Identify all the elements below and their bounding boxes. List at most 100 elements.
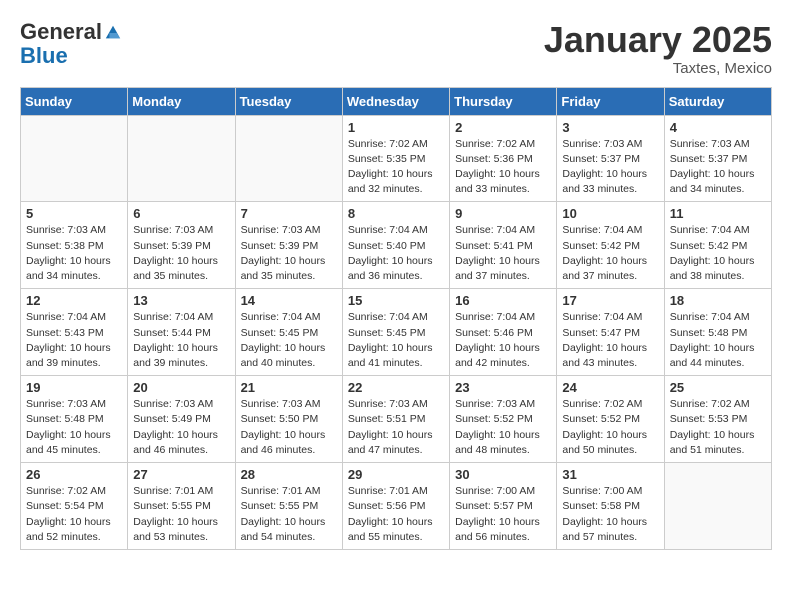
day-number: 3 — [562, 120, 658, 135]
day-info: Sunrise: 7:02 AM Sunset: 5:53 PM Dayligh… — [670, 397, 766, 458]
day-number: 4 — [670, 120, 766, 135]
table-row: 12Sunrise: 7:04 AM Sunset: 5:43 PM Dayli… — [21, 289, 128, 376]
calendar-week-row: 12Sunrise: 7:04 AM Sunset: 5:43 PM Dayli… — [21, 289, 772, 376]
col-saturday: Saturday — [664, 87, 771, 115]
table-row: 25Sunrise: 7:02 AM Sunset: 5:53 PM Dayli… — [664, 376, 771, 463]
day-number: 7 — [241, 206, 337, 221]
day-info: Sunrise: 7:04 AM Sunset: 5:42 PM Dayligh… — [562, 223, 658, 284]
day-number: 26 — [26, 467, 122, 482]
table-row: 29 Sunrise: 7:01 AM Sunset: 5:56 PM Dayli… — [342, 463, 449, 550]
day-number: 27 — [133, 467, 229, 482]
col-tuesday: Tuesday — [235, 87, 342, 115]
day-info: Sunrise: 7:03 AM Sunset: 5:48 PM Dayligh… — [26, 397, 122, 458]
table-row: 15 Sunrise: 7:04 AM Sunset: 5:45 PM Dayli… — [342, 289, 449, 376]
table-row: 18Sunrise: 7:04 AM Sunset: 5:48 PM Dayli… — [664, 289, 771, 376]
day-number: 6 — [133, 206, 229, 221]
day-info: Sunrise: 7:02 AM Sunset: 5:52 PM Dayligh… — [562, 397, 658, 458]
calendar-week-row: 26 Sunrise: 7:02 AM Sunset: 5:54 PM Dayli… — [21, 463, 772, 550]
day-info: Sunrise: 7:04 AM Sunset: 5:40 PM Dayligh… — [348, 223, 444, 284]
day-number: 5 — [26, 206, 122, 221]
table-row: 8 Sunrise: 7:04 AM Sunset: 5:40 PM Daylig… — [342, 202, 449, 289]
logo-general: General — [20, 20, 102, 44]
table-row — [235, 115, 342, 202]
logo-blue: Blue — [20, 44, 122, 68]
table-row: 3 Sunrise: 7:03 AM Sunset: 5:37 PM Daylig… — [557, 115, 664, 202]
table-row: 5Sunrise: 7:03 AM Sunset: 5:38 PM Daylig… — [21, 202, 128, 289]
day-info: Sunrise: 7:01 AM Sunset: 5:55 PM Dayligh… — [241, 484, 337, 545]
day-info: Sunrise: 7:04 AM Sunset: 5:44 PM Dayligh… — [133, 310, 229, 371]
table-row: 14 Sunrise: 7:04 AM Sunset: 5:45 PM Dayli… — [235, 289, 342, 376]
day-number: 1 — [348, 120, 444, 135]
day-number: 20 — [133, 380, 229, 395]
day-info: Sunrise: 7:03 AM Sunset: 5:50 PM Dayligh… — [241, 397, 337, 458]
col-monday: Monday — [128, 87, 235, 115]
day-number: 16 — [455, 293, 551, 308]
table-row — [664, 463, 771, 550]
table-row: 9 Sunrise: 7:04 AM Sunset: 5:41 PM Daylig… — [450, 202, 557, 289]
table-row: 28 Sunrise: 7:01 AM Sunset: 5:55 PM Dayli… — [235, 463, 342, 550]
day-info: Sunrise: 7:04 AM Sunset: 5:47 PM Dayligh… — [562, 310, 658, 371]
day-info: Sunrise: 7:03 AM Sunset: 5:37 PM Dayligh… — [670, 137, 766, 198]
day-info: Sunrise: 7:03 AM Sunset: 5:37 PM Dayligh… — [562, 137, 658, 198]
day-info: Sunrise: 7:04 AM Sunset: 5:45 PM Dayligh… — [348, 310, 444, 371]
day-number: 18 — [670, 293, 766, 308]
calendar-week-row: 19Sunrise: 7:03 AM Sunset: 5:48 PM Dayli… — [21, 376, 772, 463]
calendar-week-row: 5Sunrise: 7:03 AM Sunset: 5:38 PM Daylig… — [21, 202, 772, 289]
day-number: 28 — [241, 467, 337, 482]
day-number: 22 — [348, 380, 444, 395]
day-info: Sunrise: 7:00 AM Sunset: 5:58 PM Dayligh… — [562, 484, 658, 545]
table-row — [21, 115, 128, 202]
day-info: Sunrise: 7:01 AM Sunset: 5:55 PM Dayligh… — [133, 484, 229, 545]
day-number: 11 — [670, 206, 766, 221]
logo-text: General Blue — [20, 20, 122, 68]
day-info: Sunrise: 7:04 AM Sunset: 5:42 PM Dayligh… — [670, 223, 766, 284]
table-row: 6 Sunrise: 7:03 AM Sunset: 5:39 PM Daylig… — [128, 202, 235, 289]
calendar-header-row: Sunday Monday Tuesday Wednesday Thursday… — [21, 87, 772, 115]
day-info: Sunrise: 7:02 AM Sunset: 5:54 PM Dayligh… — [26, 484, 122, 545]
day-number: 15 — [348, 293, 444, 308]
header: General Blue January 2025 Taxtes, Mexico — [20, 20, 772, 77]
table-row: 26 Sunrise: 7:02 AM Sunset: 5:54 PM Dayli… — [21, 463, 128, 550]
table-row: 13 Sunrise: 7:04 AM Sunset: 5:44 PM Dayli… — [128, 289, 235, 376]
day-number: 17 — [562, 293, 658, 308]
calendar-week-row: 1Sunrise: 7:02 AM Sunset: 5:35 PM Daylig… — [21, 115, 772, 202]
day-info: Sunrise: 7:04 AM Sunset: 5:43 PM Dayligh… — [26, 310, 122, 371]
col-wednesday: Wednesday — [342, 87, 449, 115]
day-number: 2 — [455, 120, 551, 135]
day-number: 29 — [348, 467, 444, 482]
day-info: Sunrise: 7:00 AM Sunset: 5:57 PM Dayligh… — [455, 484, 551, 545]
day-number: 9 — [455, 206, 551, 221]
day-number: 8 — [348, 206, 444, 221]
day-number: 14 — [241, 293, 337, 308]
table-row: 23 Sunrise: 7:03 AM Sunset: 5:52 PM Dayli… — [450, 376, 557, 463]
table-row: 2 Sunrise: 7:02 AM Sunset: 5:36 PM Daylig… — [450, 115, 557, 202]
table-row: 31Sunrise: 7:00 AM Sunset: 5:58 PM Dayli… — [557, 463, 664, 550]
table-row: 19Sunrise: 7:03 AM Sunset: 5:48 PM Dayli… — [21, 376, 128, 463]
day-number: 30 — [455, 467, 551, 482]
day-info: Sunrise: 7:04 AM Sunset: 5:41 PM Dayligh… — [455, 223, 551, 284]
day-info: Sunrise: 7:03 AM Sunset: 5:39 PM Dayligh… — [133, 223, 229, 284]
day-info: Sunrise: 7:04 AM Sunset: 5:45 PM Dayligh… — [241, 310, 337, 371]
logo: General Blue — [20, 20, 122, 68]
table-row: 11 Sunrise: 7:04 AM Sunset: 5:42 PM Dayli… — [664, 202, 771, 289]
table-row: 7Sunrise: 7:03 AM Sunset: 5:39 PM Daylig… — [235, 202, 342, 289]
day-info: Sunrise: 7:01 AM Sunset: 5:56 PM Dayligh… — [348, 484, 444, 545]
table-row: 27 Sunrise: 7:01 AM Sunset: 5:55 PM Dayli… — [128, 463, 235, 550]
col-thursday: Thursday — [450, 87, 557, 115]
title-block: January 2025 Taxtes, Mexico — [544, 20, 772, 77]
table-row: 10 Sunrise: 7:04 AM Sunset: 5:42 PM Dayli… — [557, 202, 664, 289]
month-title: January 2025 — [544, 20, 772, 60]
day-number: 13 — [133, 293, 229, 308]
day-info: Sunrise: 7:03 AM Sunset: 5:52 PM Dayligh… — [455, 397, 551, 458]
day-number: 23 — [455, 380, 551, 395]
table-row — [128, 115, 235, 202]
table-row: 30 Sunrise: 7:00 AM Sunset: 5:57 PM Dayli… — [450, 463, 557, 550]
location: Taxtes, Mexico — [544, 60, 772, 77]
table-row: 24Sunrise: 7:02 AM Sunset: 5:52 PM Dayli… — [557, 376, 664, 463]
day-info: Sunrise: 7:02 AM Sunset: 5:36 PM Dayligh… — [455, 137, 551, 198]
table-row: 4 Sunrise: 7:03 AM Sunset: 5:37 PM Daylig… — [664, 115, 771, 202]
table-row: 22Sunrise: 7:03 AM Sunset: 5:51 PM Dayli… — [342, 376, 449, 463]
day-info: Sunrise: 7:03 AM Sunset: 5:49 PM Dayligh… — [133, 397, 229, 458]
day-number: 10 — [562, 206, 658, 221]
col-friday: Friday — [557, 87, 664, 115]
